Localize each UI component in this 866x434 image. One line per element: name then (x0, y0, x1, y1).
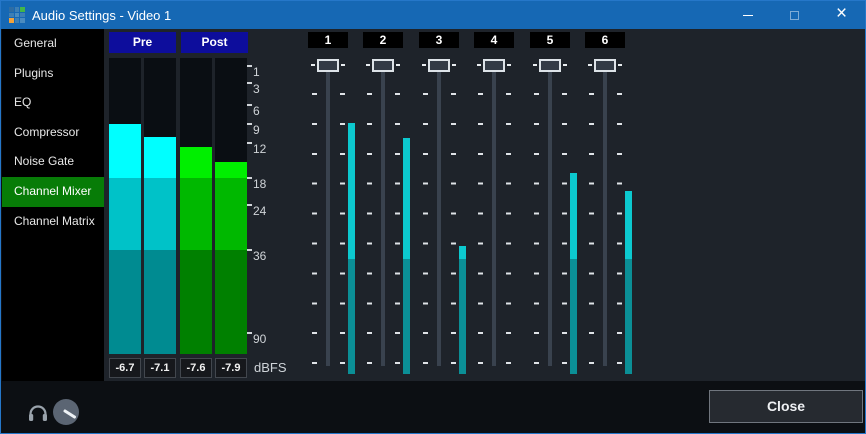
slider-ticks (534, 93, 539, 365)
post-meter-header: Post (181, 32, 248, 53)
pre-meter-header: Pre (109, 32, 176, 53)
scale-label: 24 (247, 204, 277, 220)
channel-slider-track[interactable] (326, 59, 330, 366)
settings-sidebar: General Plugins EQ Compressor Noise Gate… (2, 29, 104, 381)
channel-slider-track[interactable] (548, 59, 552, 366)
pre-left-value: -6.7 (109, 358, 141, 378)
scale-label: 9 (247, 123, 277, 139)
vmix-logo-icon (9, 7, 25, 23)
scale-label: 18 (247, 177, 277, 193)
scale-label: 1 (247, 65, 277, 81)
channel-number: 5 (530, 32, 570, 48)
sidebar-item-compressor[interactable]: Compressor (2, 118, 104, 148)
close-window-button[interactable]: × (818, 1, 865, 29)
channel-slider-track[interactable] (492, 59, 496, 366)
headphones-volume-knob[interactable] (53, 399, 79, 425)
minimize-icon (743, 15, 753, 16)
channel-number: 1 (308, 32, 348, 48)
channel-slider-track[interactable] (603, 59, 607, 366)
pre-meter-left (109, 58, 141, 354)
scale-label: 12 (247, 142, 277, 158)
post-left-value: -7.6 (180, 358, 212, 378)
sidebar-item-general[interactable]: General (2, 29, 104, 59)
sidebar-item-noise-gate[interactable]: Noise Gate (2, 147, 104, 177)
slider-ticks (617, 93, 622, 365)
channel-number: 2 (363, 32, 403, 48)
sidebar-item-channel-mixer[interactable]: Channel Mixer (2, 177, 104, 207)
maximize-button (771, 1, 818, 29)
channel-number: 4 (474, 32, 514, 48)
channel-slider-thumb[interactable] (539, 59, 561, 72)
sidebar-item-eq[interactable]: EQ (2, 88, 104, 118)
scale-label: 36 (247, 249, 277, 265)
channel-level-meter (625, 191, 632, 374)
channel-slider-thumb[interactable] (428, 59, 450, 72)
minimize-button[interactable] (724, 1, 771, 29)
channel-number: 6 (585, 32, 625, 48)
channel-slider-thumb[interactable] (594, 59, 616, 72)
slider-ticks (589, 93, 594, 365)
post-meter-left (180, 58, 212, 354)
titlebar[interactable]: Audio Settings - Video 1 × (1, 1, 865, 29)
pre-meter-right (144, 58, 176, 354)
slider-ticks (478, 93, 483, 365)
scale-label: 90 (247, 332, 277, 348)
footer-bar: Close (2, 381, 866, 434)
channel-strip-6: 6 (565, 32, 645, 374)
post-right-value: -7.9 (215, 358, 247, 378)
sidebar-item-plugins[interactable]: Plugins (2, 59, 104, 89)
scale-label: 3 (247, 82, 277, 98)
close-icon: × (836, 0, 847, 28)
window-title: Audio Settings - Video 1 (32, 8, 171, 23)
channel-slider-thumb[interactable] (372, 59, 394, 72)
channel-slider-thumb[interactable] (317, 59, 339, 72)
dbfs-unit-label: dBFS (254, 360, 287, 375)
sidebar-item-channel-matrix[interactable]: Channel Matrix (2, 207, 104, 237)
maximize-icon (790, 11, 799, 20)
audio-settings-window: Audio Settings - Video 1 × General Plugi… (0, 0, 866, 434)
slider-ticks (423, 93, 428, 365)
channel-slider-track[interactable] (437, 59, 441, 366)
channel-slider-track[interactable] (381, 59, 385, 366)
channel-slider-thumb[interactable] (483, 59, 505, 72)
slider-ticks (367, 93, 372, 365)
channel-number: 3 (419, 32, 459, 48)
scale-label: 6 (247, 104, 277, 120)
headphones-icon[interactable] (28, 404, 48, 422)
post-meter-right (215, 58, 247, 354)
pre-right-value: -7.1 (144, 358, 176, 378)
close-button[interactable]: Close (709, 390, 863, 423)
slider-ticks (312, 93, 317, 365)
